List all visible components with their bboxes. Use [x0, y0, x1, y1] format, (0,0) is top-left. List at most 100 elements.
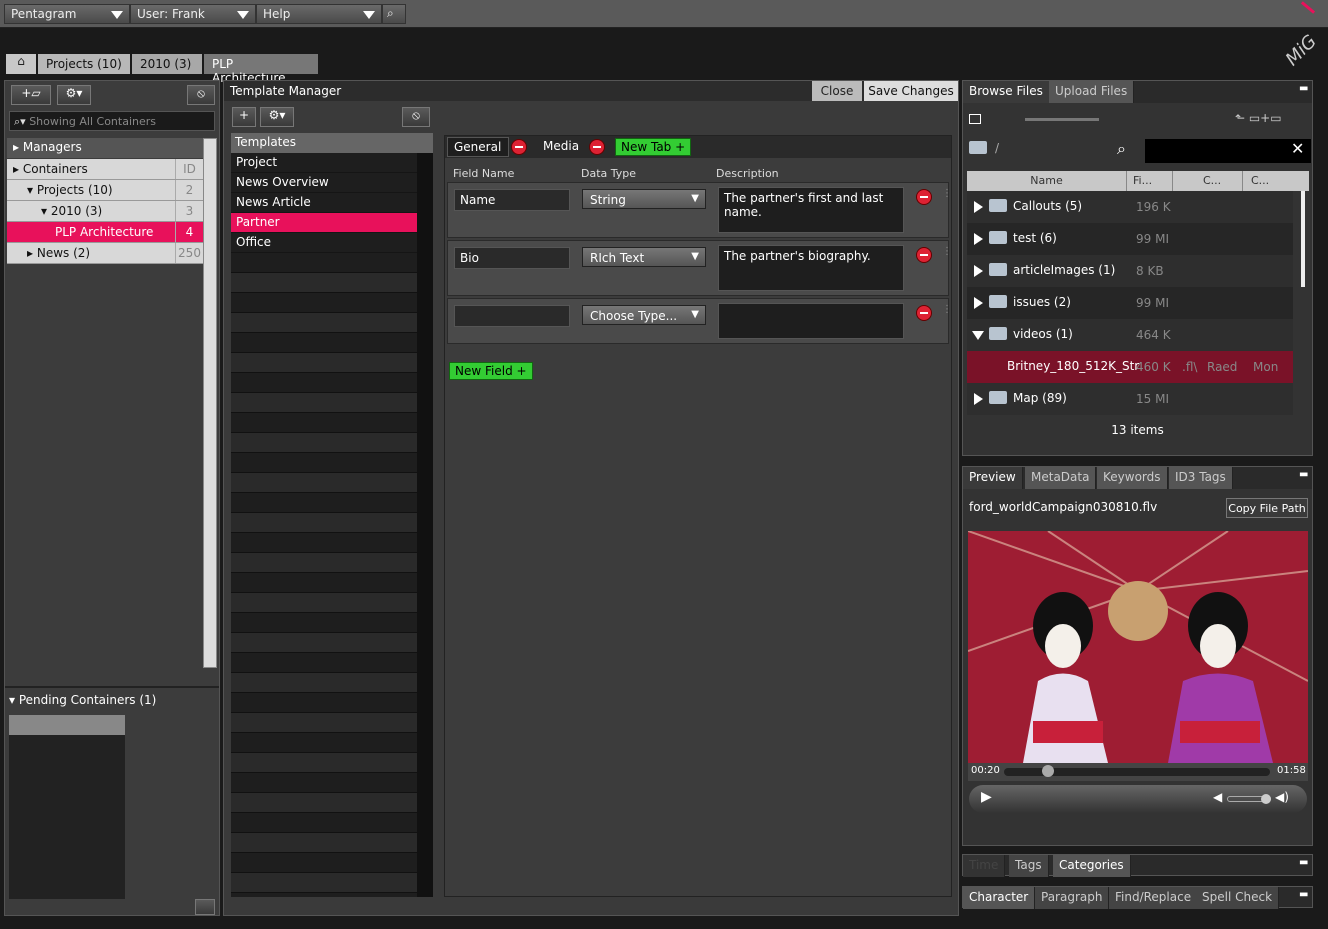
tab-browse-files[interactable]: Browse Files — [963, 81, 1050, 103]
new-folder-icon[interactable]: ⬑ ▭+▭ — [1235, 111, 1282, 125]
drag-handle[interactable]: ⋮ — [942, 305, 952, 315]
chevron-icon[interactable] — [974, 297, 983, 309]
seek-handle[interactable] — [1042, 765, 1054, 777]
file-search-input[interactable] — [1145, 139, 1311, 163]
chevron-icon[interactable]: ▸ — [13, 162, 23, 176]
minimize-icon[interactable]: ▬ — [1299, 469, 1308, 480]
template-settings-button[interactable]: ⚙▾ — [260, 107, 294, 127]
templates-scrollbar[interactable] — [417, 153, 433, 897]
app-menu[interactable]: Pentagram — [4, 4, 130, 24]
file-row[interactable]: videos (1) 464 K — [967, 319, 1293, 351]
play-icon[interactable]: ▶ — [981, 789, 992, 805]
tree-row[interactable]: PLP Architecture 4 — [7, 222, 203, 243]
search-icon[interactable]: ⌕ — [1117, 139, 1126, 159]
chevron-icon[interactable]: ▾ — [41, 204, 51, 218]
scrollbar[interactable] — [203, 138, 217, 668]
tree-row[interactable]: ▾ 2010 (3) 3 — [7, 201, 203, 222]
col-c1[interactable]: C... — [1199, 171, 1243, 191]
help-menu[interactable]: Help — [256, 4, 382, 24]
tab-categories[interactable]: Categories — [1053, 855, 1131, 877]
file-scrollbar[interactable] — [1301, 191, 1305, 287]
crumb-2010[interactable]: 2010 (3) — [132, 54, 202, 74]
volume-handle[interactable] — [1261, 794, 1271, 804]
list-item[interactable] — [9, 715, 125, 735]
add-template-button[interactable]: + — [232, 107, 256, 127]
tab-find-replace[interactable]: Find/Replace — [1109, 887, 1199, 909]
remove-field-icon[interactable] — [916, 247, 932, 263]
tab-time[interactable]: Time — [963, 855, 1006, 877]
template-item[interactable]: News Overview — [231, 173, 417, 193]
field-name-input[interactable] — [454, 305, 570, 327]
tree-row[interactable]: ▸ News (2) 250 — [7, 243, 203, 264]
video-frame[interactable] — [968, 531, 1308, 763]
tab-spell-check[interactable]: Spell Check — [1196, 887, 1280, 909]
save-changes-button[interactable]: Save Changes — [864, 81, 958, 101]
file-row[interactable]: articleImages (1) 8 KB — [967, 255, 1293, 287]
new-field-button[interactable]: New Field + — [449, 362, 533, 380]
file-row[interactable]: Britney_180_512K_Str 460 K .fl\ Raed Mon — [967, 351, 1293, 383]
tab-metadata[interactable]: MetaData — [1025, 467, 1097, 489]
template-item[interactable]: Project — [231, 153, 417, 173]
remove-tab-icon[interactable] — [511, 139, 527, 155]
file-row[interactable]: Map (89) 15 MI — [967, 383, 1293, 415]
chevron-icon[interactable] — [974, 233, 983, 245]
col-name[interactable]: Name — [967, 171, 1127, 191]
new-tab-button[interactable]: New Tab + — [615, 138, 692, 156]
copy-file-path-button[interactable]: Copy File Path — [1226, 498, 1308, 518]
tree-row[interactable]: ▸ Containers ID — [7, 159, 203, 180]
field-name-input[interactable]: Name — [454, 189, 570, 211]
col-file[interactable]: Fi... — [1129, 171, 1173, 191]
close-icon[interactable]: ✕ — [1291, 139, 1304, 158]
description-input[interactable]: The partner's first and last name. — [718, 187, 904, 233]
chevron-icon[interactable]: ▸ — [27, 246, 37, 260]
remove-field-icon[interactable] — [916, 189, 932, 205]
chevron-icon[interactable]: ▾ — [27, 183, 37, 197]
tab-tags[interactable]: Tags — [1009, 855, 1049, 877]
volume-high-icon[interactable]: ◀) — [1275, 790, 1289, 804]
zoom-slider[interactable] — [1025, 118, 1099, 121]
chevron-icon[interactable] — [974, 265, 983, 277]
minimize-icon[interactable]: ▬ — [1299, 83, 1308, 94]
resize-handle[interactable] — [195, 899, 215, 915]
minimize-icon[interactable]: ▬ — [1299, 889, 1308, 900]
tab-paragraph[interactable]: Paragraph — [1035, 887, 1110, 909]
managers-header[interactable]: ▸ Managers — [7, 138, 203, 158]
tab-keywords[interactable]: Keywords — [1097, 467, 1168, 489]
minimize-icon[interactable]: ▬ — [1299, 857, 1308, 868]
tab-upload-files[interactable]: Upload Files — [1049, 81, 1135, 103]
template-item[interactable]: News Article — [231, 193, 417, 213]
view-icon[interactable] — [969, 114, 981, 124]
description-input[interactable] — [718, 303, 904, 339]
tab-preview[interactable]: Preview — [963, 467, 1023, 489]
search-button[interactable]: ⌕ — [382, 4, 406, 24]
field-name-input[interactable]: Bio — [454, 247, 570, 269]
file-row[interactable]: test (6) 99 MI — [967, 223, 1293, 255]
data-type-select[interactable]: RIch Text ▼ — [582, 247, 706, 267]
template-cancel-button[interactable]: ⦸ — [402, 107, 430, 127]
tab-general[interactable]: General — [447, 137, 509, 157]
user-menu[interactable]: User: Frank — [130, 4, 256, 24]
tab-media[interactable]: Media — [535, 137, 587, 157]
add-container-button[interactable]: +▱ — [11, 85, 51, 105]
col-c2[interactable]: C... — [1247, 171, 1291, 191]
template-item[interactable]: Partner — [231, 213, 417, 233]
pending-header[interactable]: ▾ Pending Containers (1) — [9, 693, 156, 707]
remove-field-icon[interactable] — [916, 305, 932, 321]
data-type-select[interactable]: String ▼ — [582, 189, 706, 209]
tree-row[interactable]: ▾ Projects (10) 2 — [7, 180, 203, 201]
chevron-icon[interactable] — [972, 331, 984, 346]
home-crumb[interactable]: ⌂ — [6, 54, 36, 74]
description-input[interactable]: The partner's biography. — [718, 245, 904, 291]
tab-id3-tags[interactable]: ID3 Tags — [1169, 467, 1233, 489]
chevron-icon[interactable] — [974, 393, 983, 405]
file-row[interactable]: Callouts (5) 196 K — [967, 191, 1293, 223]
template-item[interactable]: Office — [231, 233, 417, 253]
settings-button[interactable]: ⚙▾ — [57, 85, 91, 105]
crumb-plp[interactable]: PLP Architecture — [204, 54, 318, 85]
tab-character[interactable]: Character — [963, 887, 1036, 909]
search-input[interactable]: ⌕▾ Showing All Containers — [9, 111, 215, 131]
cancel-button[interactable]: ⦸ — [187, 85, 215, 105]
close-button[interactable]: Close — [812, 81, 862, 101]
file-row[interactable]: issues (2) 99 MI — [967, 287, 1293, 319]
chevron-icon[interactable] — [974, 201, 983, 213]
